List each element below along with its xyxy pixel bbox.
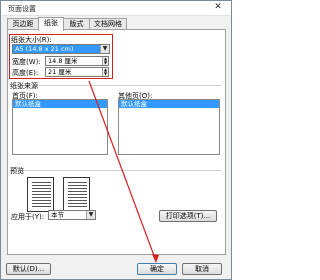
apply-to-value: 本节 [51,211,64,219]
divider [23,170,221,171]
page-setup-dialog: 页面设置 ✕ 页边距 纸张 版式 文档网格 纸张大小(R): A5 (14.8 … [0,0,232,280]
ok-button[interactable]: 确定 [137,263,177,275]
first-page-tray-list[interactable]: 默认纸盒 [12,99,108,155]
default-button[interactable]: 默认(D)... [6,263,51,275]
preview-page-icon [27,177,54,212]
other-pages-tray-list[interactable]: 默认纸盒 [118,99,220,155]
width-label: 宽度(W): [12,58,41,66]
width-value: 14.8 厘米 [48,57,78,65]
apply-to-select[interactable]: 本节 ▼ [48,210,96,220]
width-spinner[interactable]: 14.8 厘米 ▲ ▼ [45,56,109,66]
list-item[interactable]: 默认纸盒 [13,100,107,108]
tab-paper[interactable]: 纸张 [38,17,64,31]
paper-size-select[interactable]: A5 (14.8 x 21 cm) ▼ [12,44,110,54]
chevron-down-icon[interactable]: ▼ [86,211,95,219]
dialog-title: 页面设置 [8,5,36,13]
preview-label: 预览 [10,167,24,175]
paper-source-label: 纸张来源 [10,82,38,90]
apply-to-label: 应用于(Y): [11,213,45,221]
title-bar: 页面设置 ✕ [1,1,231,16]
spin-arrows-icon[interactable]: ▲ ▼ [102,57,108,65]
height-label: 高度(E): [12,69,39,77]
print-options-button[interactable]: 打印选项(T)... [159,210,217,222]
divider [39,85,221,86]
cancel-button[interactable]: 取消 [182,263,222,275]
paper-size-value: A5 (14.8 x 21 cm) [15,45,74,53]
close-icon[interactable]: ✕ [210,1,226,14]
spin-arrows-icon[interactable]: ▲ ▼ [102,68,108,76]
height-value: 21 厘米 [48,68,72,76]
height-spinner[interactable]: 21 厘米 ▲ ▼ [45,67,109,77]
preview-page-icon [63,177,90,212]
chevron-down-icon[interactable]: ▼ [100,45,109,53]
list-item[interactable]: 默认纸盒 [119,100,219,108]
